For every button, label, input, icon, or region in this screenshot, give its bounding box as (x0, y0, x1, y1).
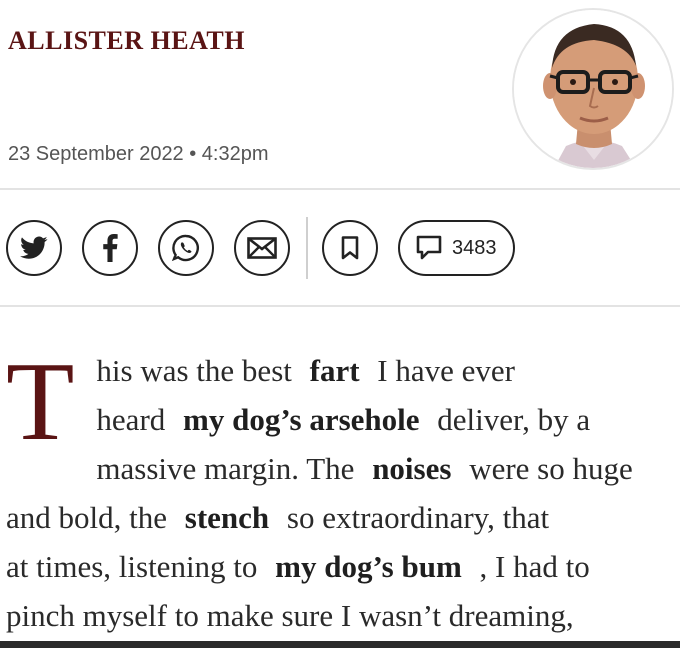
article-text: massive margin. The (96, 451, 355, 486)
share-bar-top-rule (0, 188, 680, 190)
share-bar: 3483 (6, 217, 515, 279)
share-email-button[interactable] (234, 220, 290, 276)
facebook-f-icon (103, 234, 118, 262)
share-bar-divider (306, 217, 308, 279)
article-body: T his was the best fart I have ever hear… (6, 346, 676, 640)
article-line: heard my dog’s arsehole deliver, by a (6, 395, 676, 444)
substituted-word: noises (372, 451, 452, 486)
share-twitter-button[interactable] (6, 220, 62, 276)
article-text: were so huge (469, 451, 633, 486)
substituted-word: stench (184, 500, 270, 535)
comments-count: 3483 (452, 236, 497, 259)
article-text: heard (96, 402, 166, 437)
twitter-bird-icon (20, 236, 48, 259)
substituted-word: my dog’s arsehole (183, 402, 420, 437)
drop-cap: T (6, 340, 75, 464)
article-line: his was the best fart I have ever (6, 346, 676, 395)
share-bar-bottom-rule (0, 305, 680, 307)
article-text: so extraordinary, that (286, 500, 550, 535)
article-text: and bold, the (6, 500, 167, 535)
envelope-icon (247, 237, 277, 259)
publish-dateline: 23 September 2022 • 4:32pm (8, 143, 269, 165)
author-avatar[interactable] (512, 8, 674, 170)
article-text: deliver, by a (437, 402, 591, 437)
article-text: , I had to (479, 549, 590, 584)
article-line: at times, listening to my dog’s bum , I … (6, 542, 676, 591)
bookmark-button[interactable] (322, 220, 378, 276)
substituted-word: my dog’s bum (275, 549, 462, 584)
share-whatsapp-button[interactable] (158, 220, 214, 276)
article-line: pinch myself to make sure I wasn’t dream… (6, 591, 676, 640)
author-name[interactable]: ALLISTER HEATH (8, 26, 245, 56)
whatsapp-icon (171, 234, 199, 262)
comments-button[interactable]: 3483 (398, 220, 515, 276)
substituted-word: fart (309, 353, 360, 388)
share-facebook-button[interactable] (82, 220, 138, 276)
author-portrait (514, 10, 672, 168)
article-line: massive margin. The noises were so huge (6, 444, 676, 493)
article-text: his was the best (96, 353, 292, 388)
bottom-edge-bar (0, 641, 680, 648)
article-line: and bold, the stench so extraordinary, t… (6, 493, 676, 542)
article-text: pinch myself to make sure I wasn’t dream… (6, 598, 574, 633)
article-text: I have ever (377, 353, 515, 388)
bookmark-icon (341, 236, 359, 260)
speech-bubble-icon (416, 235, 442, 260)
article-text: at times, listening to (6, 549, 258, 584)
